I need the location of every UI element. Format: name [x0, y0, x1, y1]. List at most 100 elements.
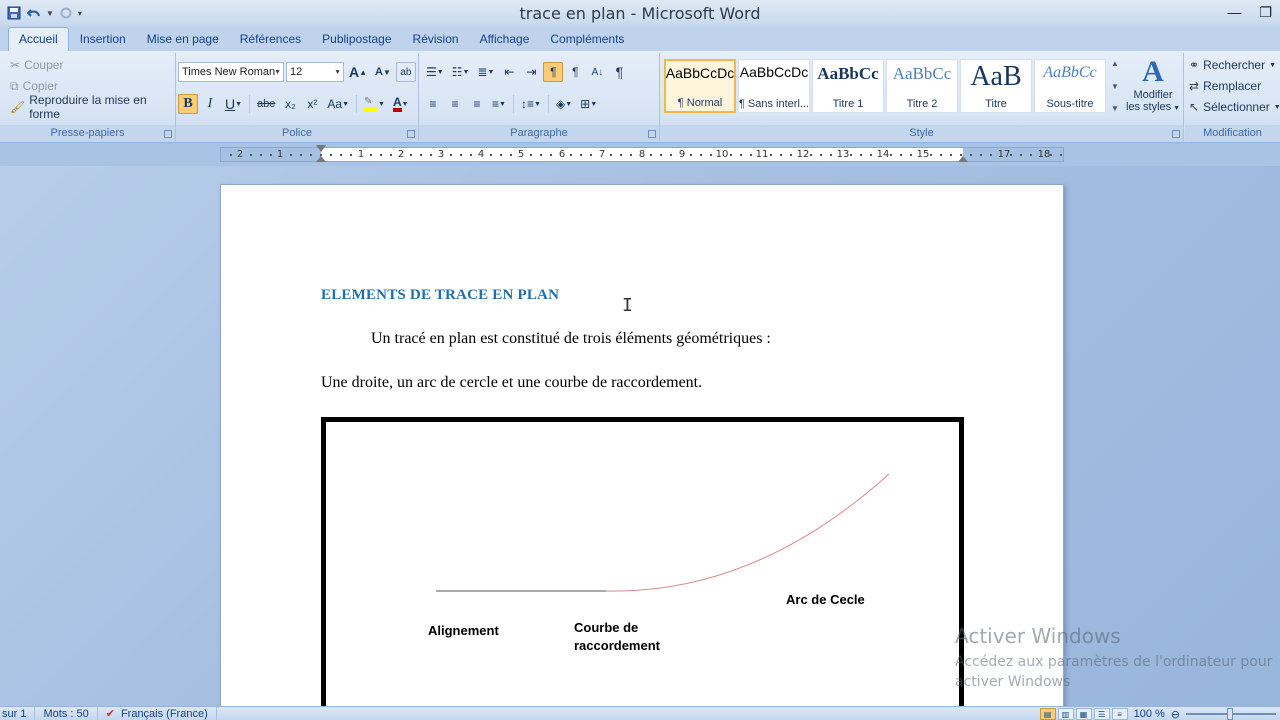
justify-icon[interactable]: ≡ ▼ [489, 94, 509, 114]
document-heading[interactable]: ELEMENTS DE TRACE EN PLAN [321, 287, 559, 304]
scroll-up-icon[interactable]: ▲ [1111, 59, 1119, 68]
font-color-button[interactable]: A ▼ [390, 94, 412, 114]
style-heading-1[interactable]: AaBbCc Titre 1 [812, 59, 884, 113]
ruler-label: 13 [836, 149, 850, 160]
show-marks-icon[interactable]: ¶ [609, 62, 629, 82]
select-button[interactable]: ↖ Sélectionner ▼ [1189, 97, 1280, 117]
align-left-icon[interactable]: ≡ [423, 94, 443, 114]
line-spacing-icon[interactable]: ↕≡ ▼ [518, 94, 544, 114]
strikethrough-button[interactable]: abe [254, 94, 278, 114]
borders-icon[interactable]: ⊞ ▼ [577, 94, 600, 114]
save-icon[interactable] [6, 5, 22, 21]
shading-icon[interactable]: ◈ ▼ [553, 94, 575, 114]
font-group-label: Police [176, 125, 418, 141]
replace-button[interactable]: ⇄ Remplacer [1189, 76, 1261, 96]
change-case-button[interactable]: Aa ▼ [324, 94, 352, 114]
style-subtitle[interactable]: AaBbCc Sous-titre [1034, 59, 1106, 113]
outline-icon[interactable]: ☰ [1093, 708, 1110, 720]
ruler-tick [1010, 154, 1012, 156]
tab-accueil[interactable]: Accueil [8, 27, 69, 51]
tab-publipostage[interactable]: Publipostage [312, 28, 401, 51]
tab-revision[interactable]: Révision [403, 28, 469, 51]
zoom-slider[interactable] [1186, 708, 1276, 720]
clipboard-launcher-icon[interactable] [164, 130, 172, 138]
paragraph-launcher-icon[interactable] [648, 130, 656, 138]
multilevel-list-icon[interactable]: ≣ ▼ [474, 62, 497, 82]
full-screen-reading-icon[interactable]: ▥ [1057, 708, 1074, 720]
print-layout-icon[interactable]: ▤ [1039, 708, 1056, 720]
web-layout-icon[interactable]: ▦ [1075, 708, 1092, 720]
tab-mise-en-page[interactable]: Mise en page [137, 28, 229, 51]
clear-formatting-icon[interactable]: ab [395, 62, 416, 82]
grow-font-button[interactable]: A ▲ [346, 62, 370, 82]
hanging-indent-icon[interactable] [316, 156, 326, 162]
underline-button[interactable]: U ▼ [222, 94, 245, 114]
document-paragraph-1[interactable]: Un tracé en plan est constitué de trois … [371, 330, 771, 348]
figure-frame[interactable]: Alignement Courbe de raccordement Arc de… [321, 417, 964, 706]
undo-dropdown-icon[interactable]: ▼ [46, 9, 54, 18]
status-language[interactable]: ✔ Français (France) [98, 706, 217, 720]
ltr-icon[interactable]: ¶ [543, 62, 564, 82]
right-indent-icon[interactable] [958, 156, 968, 162]
ruler-tick [950, 154, 952, 156]
format-painter-label: Reproduire la mise en forme [29, 93, 147, 121]
style-no-spacing[interactable]: AaBbCcDc ¶ Sans interl... [738, 59, 810, 113]
redo-icon[interactable] [58, 5, 74, 21]
draft-icon[interactable]: ≡ [1111, 708, 1128, 720]
bold-button[interactable]: B [178, 94, 198, 114]
indent-marker-icon[interactable] [316, 145, 326, 152]
document-paragraph-2[interactable]: Une droite, un arc de cercle et une cour… [321, 374, 702, 392]
rtl-icon[interactable]: ¶ [565, 62, 585, 82]
zoom-out-icon[interactable]: ⊖ [1171, 708, 1180, 720]
minimize-button[interactable]: — [1227, 4, 1241, 21]
strike-label: abe [257, 98, 276, 110]
tab-complements[interactable]: Compléments [540, 28, 634, 51]
change-styles-button[interactable]: A Modifier les styles ▼ [1124, 55, 1182, 123]
ruler-tick [340, 154, 342, 156]
tab-affichage[interactable]: Affichage [470, 28, 540, 51]
shrink-font-button[interactable]: A ▼ [372, 62, 394, 82]
format-painter-button[interactable]: 🖌 Reproduire la mise en forme [10, 93, 175, 121]
more-styles-icon[interactable]: ▼ [1111, 104, 1119, 113]
change-styles-icon: A [1142, 55, 1164, 88]
style-normal[interactable]: AaBbCcDc ¶ Normal [664, 59, 736, 113]
ruler-tick [850, 154, 852, 156]
ruler-tick [410, 154, 412, 156]
status-words[interactable]: Mots : 50 [35, 706, 98, 720]
increase-indent-icon[interactable]: ⇥ [521, 62, 541, 82]
font-size-combo[interactable]: 12 ▼ [286, 62, 344, 82]
document-page[interactable]: ELEMENTS DE TRACE EN PLAN I Un tracé en … [220, 184, 1064, 706]
styles-launcher-icon[interactable] [1172, 130, 1180, 138]
ruler-label: 6 [558, 149, 566, 160]
status-page[interactable]: sur 1 [0, 706, 36, 720]
italic-button[interactable]: I [200, 94, 220, 114]
style-title[interactable]: AaB Titre [960, 59, 1032, 113]
decrease-indent-icon[interactable]: ⇤ [499, 62, 519, 82]
superscript-button[interactable]: x² [302, 94, 322, 114]
zoom-slider-thumb[interactable] [1227, 708, 1233, 720]
bullets-icon[interactable]: ☰ ▼ [423, 62, 447, 82]
font-launcher-icon[interactable] [407, 130, 415, 138]
style-heading-2[interactable]: AaBbCc Titre 2 [886, 59, 958, 113]
restore-button[interactable]: ❐ [1259, 4, 1272, 21]
styles-scroll[interactable]: ▲ ▼ ▼ [1108, 59, 1122, 113]
chevron-down-icon: ▼ [274, 68, 281, 76]
tab-references[interactable]: Références [230, 28, 311, 51]
sort-icon[interactable]: A↓ [587, 62, 607, 82]
subscript-button[interactable]: x₂ [280, 94, 300, 114]
undo-icon[interactable] [26, 5, 42, 21]
highlight-button[interactable]: ✎ ▼ [361, 94, 388, 114]
align-center-icon[interactable]: ≡ [445, 94, 465, 114]
customize-icon[interactable]: ▾ [78, 9, 82, 18]
scroll-down-icon[interactable]: ▼ [1111, 82, 1119, 91]
numbering-icon[interactable]: ☷ ▼ [449, 62, 473, 82]
font-family-combo[interactable]: Times New Roman ▼ [178, 62, 284, 82]
zoom-level[interactable]: 100 % [1130, 708, 1169, 720]
horizontal-ruler[interactable]: 2 1 1 2 3 4 5 6 7 8 9 10 11 12 13 14 15 17 18 [220, 145, 1064, 162]
find-button[interactable]: ⚭ Rechercher ▼ [1189, 55, 1276, 75]
tab-insertion[interactable]: Insertion [70, 28, 136, 51]
align-right-icon[interactable]: ≡ [467, 94, 487, 114]
cursor-icon: ↖ [1189, 100, 1200, 114]
brush-icon: 🖌 [10, 100, 26, 114]
cut-button[interactable]: ✂ Couper [10, 55, 63, 75]
